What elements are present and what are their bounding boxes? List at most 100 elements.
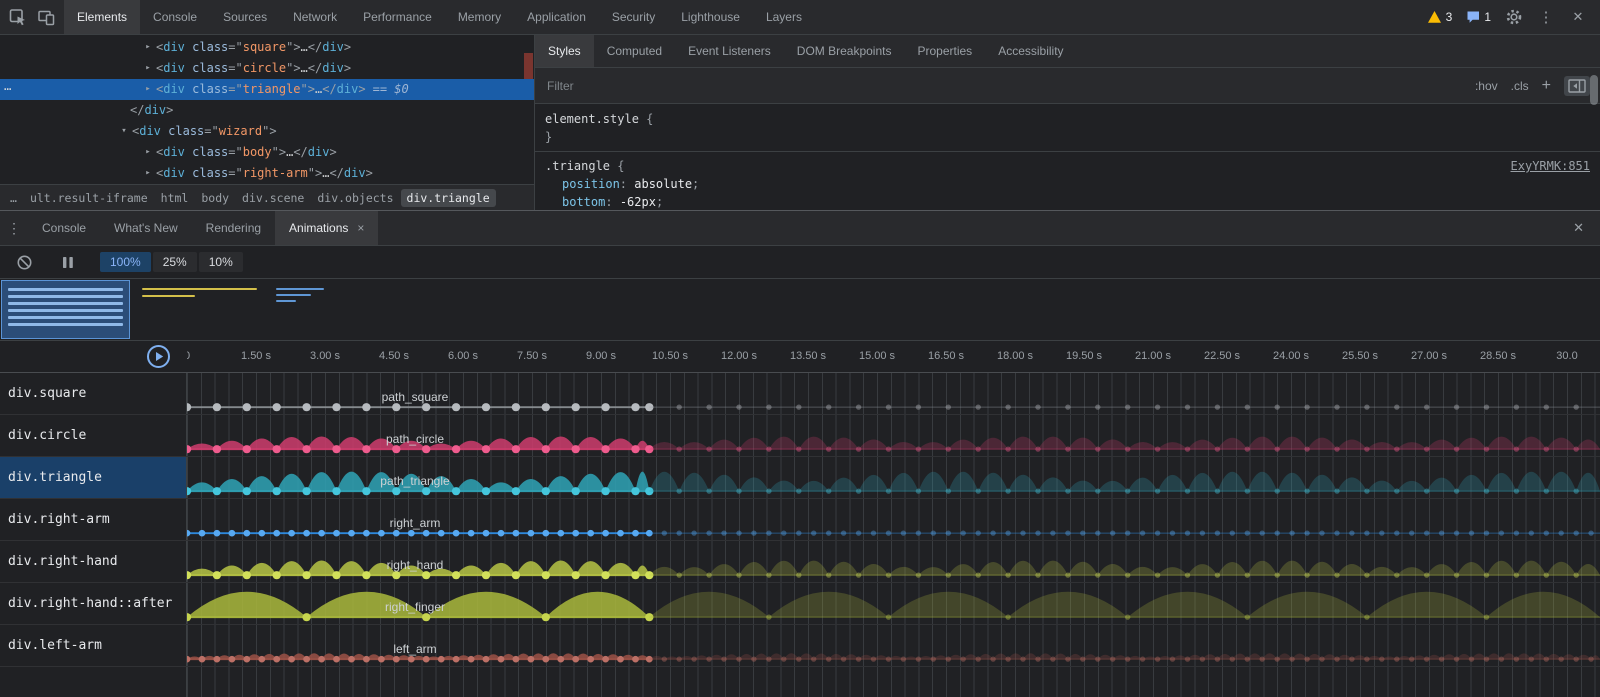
preview-bar — [276, 288, 324, 290]
breadcrumb-item-body[interactable]: body — [195, 189, 235, 207]
close-tab-icon[interactable]: × — [357, 221, 364, 235]
stylesheet-source-link[interactable]: ExyYRMK:851 — [1511, 157, 1590, 175]
animation-track[interactable]: right_hand — [187, 541, 1600, 582]
pseudo-state-toggle[interactable]: :hov — [1475, 79, 1498, 93]
open-brace: { — [639, 110, 653, 128]
new-style-rule-button[interactable]: + — [1542, 78, 1551, 94]
animation-group-preview-1[interactable] — [2, 281, 129, 338]
close-devtools-icon[interactable]: ✕ — [1564, 4, 1592, 30]
preview-bar — [8, 309, 123, 312]
playback-rate-10[interactable]: 10% — [199, 252, 243, 272]
animation-group-preview-2[interactable] — [136, 281, 263, 338]
breadcrumb-item-div-objects[interactable]: div.objects — [311, 189, 399, 207]
breadcrumb-item-div-triangle[interactable]: div.triangle — [401, 189, 496, 207]
dom-token: > — [366, 166, 373, 180]
collapse-arrow-icon[interactable]: ▸ — [142, 58, 154, 79]
drawer-tab-rendering[interactable]: Rendering — [192, 211, 275, 245]
breadcrumb-item-div-scene[interactable]: div.scene — [236, 189, 310, 207]
messages-badge[interactable]: 1 — [1461, 10, 1496, 24]
time-label: 19.50 s — [1066, 350, 1102, 362]
timeline-ruler[interactable]: 01.50 s3.00 s4.50 s6.00 s7.50 s9.00 s10.… — [187, 341, 1600, 372]
playback-rate-25[interactable]: 25% — [153, 252, 197, 272]
animation-track-svg — [187, 373, 1600, 414]
dom-tree: ▸<div class="square">…</div>▸<div class=… — [0, 35, 534, 184]
drawer-menu-icon[interactable]: ⋮ — [0, 211, 28, 245]
dom-token: div — [163, 61, 185, 75]
elements-scrollbar-thumb[interactable] — [524, 53, 533, 79]
devtools-tab-layers[interactable]: Layers — [753, 0, 815, 34]
animation-group-preview-3[interactable] — [270, 281, 397, 338]
styles-tab-computed[interactable]: Computed — [594, 35, 675, 67]
breadcrumb-item-html[interactable]: html — [155, 189, 195, 207]
animation-track[interactable]: right_arm — [187, 499, 1600, 540]
devtools-tab-application[interactable]: Application — [514, 0, 599, 34]
styles-tab-accessibility[interactable]: Accessibility — [985, 35, 1076, 67]
dom-tree-node[interactable]: ▸<div class="body">…</div> — [0, 142, 534, 163]
device-toolbar-icon[interactable] — [32, 4, 60, 30]
dom-tree-node[interactable]: </div> — [0, 100, 534, 121]
expand-arrow-icon[interactable]: ▾ — [118, 121, 130, 142]
animation-track[interactable]: path_square — [187, 373, 1600, 414]
drawer-tab-what-s-new[interactable]: What's New — [100, 211, 192, 245]
devtools-tab-memory[interactable]: Memory — [445, 0, 514, 34]
css-selector[interactable]: element.style — [545, 110, 639, 128]
collapse-arrow-icon[interactable]: ▸ — [142, 163, 154, 184]
styles-tab-event-listeners[interactable]: Event Listeners — [675, 35, 784, 67]
styles-tab-properties[interactable]: Properties — [904, 35, 985, 67]
animation-row-selector[interactable]: div.right-hand — [0, 541, 187, 582]
warnings-badge[interactable]: 3 — [1422, 10, 1458, 24]
animation-row-selector[interactable]: div.right-hand::after — [0, 583, 187, 624]
element-class-toggle[interactable]: .cls — [1511, 79, 1529, 93]
pause-all-icon[interactable] — [54, 249, 82, 275]
animation-track[interactable]: left_arm — [187, 625, 1600, 666]
dom-tree-node[interactable]: ▾<div class="wizard"> — [0, 121, 534, 142]
devtools-tab-network[interactable]: Network — [280, 0, 350, 34]
drawer-tab-console[interactable]: Console — [28, 211, 100, 245]
animation-row-selector[interactable]: div.right-arm — [0, 499, 187, 540]
tab-label: Network — [293, 10, 337, 24]
collapse-arrow-icon[interactable]: ▸ — [142, 37, 154, 58]
breadcrumb-overflow[interactable]: … — [4, 189, 23, 207]
dom-token: "> — [301, 82, 315, 96]
animation-row-selector[interactable]: div.left-arm — [0, 625, 187, 666]
devtools-tab-performance[interactable]: Performance — [350, 0, 445, 34]
dom-token: =" — [204, 124, 218, 138]
styles-scrollbar-thumb[interactable] — [1590, 75, 1598, 105]
dom-tree-node[interactable]: ▸<div class="square">…</div> — [0, 37, 534, 58]
dom-token: class — [192, 145, 228, 159]
collapse-arrow-icon[interactable]: ▸ — [142, 142, 154, 163]
dom-tree-node[interactable]: ▸<div class="right-arm">…</div> — [0, 163, 534, 184]
overflow-dots-icon[interactable]: ⋯ — [4, 79, 12, 100]
breadcrumb-item-ult-result-iframe[interactable]: ult.result-iframe — [24, 189, 154, 207]
styles-filter-input[interactable] — [545, 78, 1462, 94]
tabbar-right-icons: 3 1 ⋮ ✕ — [1422, 0, 1600, 34]
devtools-tab-security[interactable]: Security — [599, 0, 668, 34]
devtools-tab-lighthouse[interactable]: Lighthouse — [668, 0, 753, 34]
clear-all-icon[interactable] — [10, 249, 38, 275]
replay-button[interactable] — [146, 344, 171, 369]
collapse-arrow-icon[interactable]: ▸ — [142, 79, 154, 100]
animation-track[interactable]: path_circle — [187, 415, 1600, 456]
dom-tree-node[interactable]: ⋯▸<div class="triangle">…</div>== $0 — [0, 79, 534, 100]
css-declaration[interactable]: bottom: -62px; — [545, 193, 1590, 210]
sidebar-toggle-icon[interactable] — [1564, 76, 1590, 96]
playback-rate-100[interactable]: 100% — [100, 252, 151, 272]
styles-tab-styles[interactable]: Styles — [535, 35, 594, 67]
css-declaration[interactable]: position: absolute; — [545, 175, 1590, 193]
dom-tree-node[interactable]: ▸<div class="circle">…</div> — [0, 58, 534, 79]
devtools-tab-console[interactable]: Console — [140, 0, 210, 34]
devtools-tab-elements[interactable]: Elements — [64, 0, 140, 34]
drawer-tab-animations[interactable]: Animations× — [275, 211, 378, 245]
animation-row-selector[interactable]: div.circle — [0, 415, 187, 456]
more-options-icon[interactable]: ⋮ — [1532, 4, 1560, 30]
animation-row-selector[interactable]: div.triangle — [0, 457, 187, 498]
close-drawer-icon[interactable]: ✕ — [1557, 211, 1600, 245]
animation-track[interactable]: path_triangle — [187, 457, 1600, 498]
devtools-tab-sources[interactable]: Sources — [210, 0, 280, 34]
animation-row-selector[interactable]: div.square — [0, 373, 187, 414]
inspect-element-icon[interactable] — [4, 4, 32, 30]
css-selector[interactable]: .triangle — [545, 157, 610, 175]
animation-track[interactable]: right_finger — [187, 583, 1600, 624]
styles-tab-dom-breakpoints[interactable]: DOM Breakpoints — [784, 35, 905, 67]
settings-gear-icon[interactable] — [1500, 4, 1528, 30]
